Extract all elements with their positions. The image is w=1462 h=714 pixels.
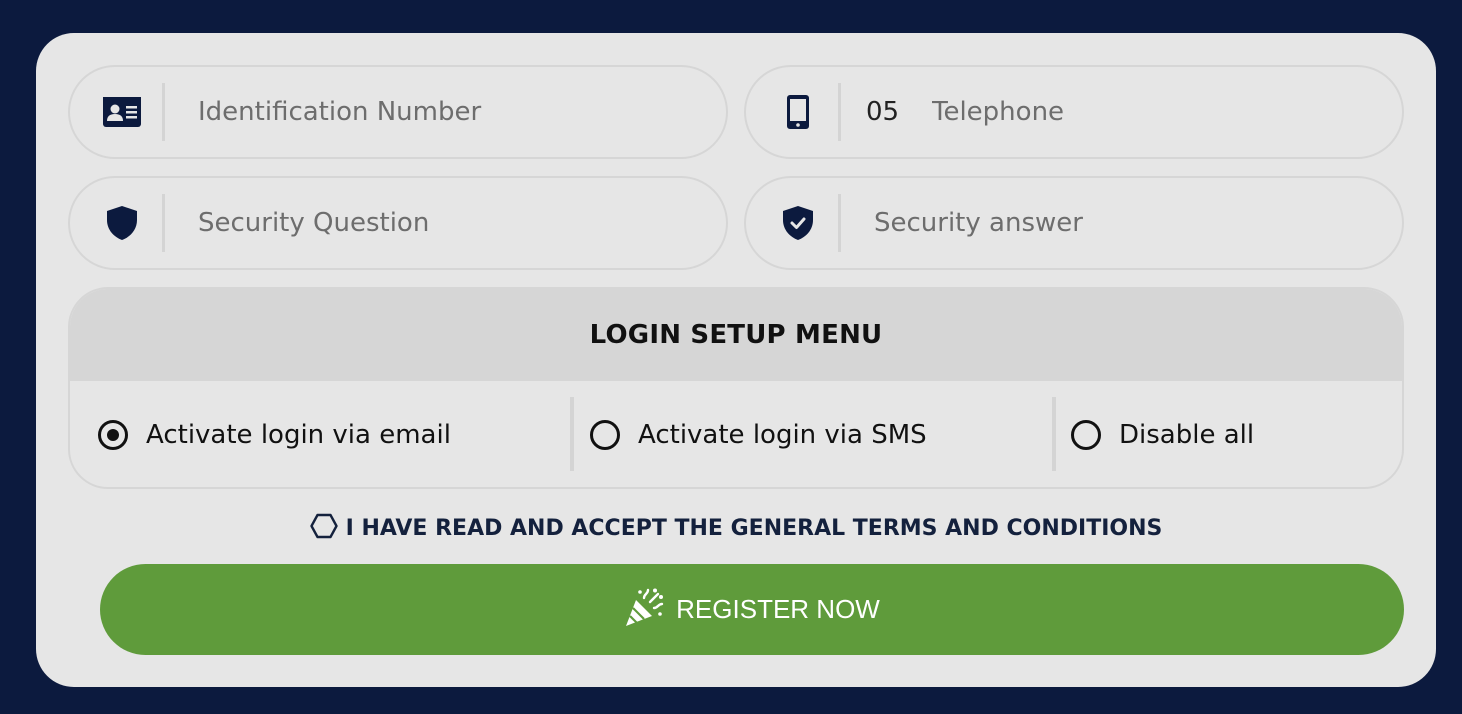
option-disable-all[interactable]: Disable all (1071, 381, 1255, 487)
shield-check-icon (778, 178, 818, 268)
telephone-field[interactable]: 05 (744, 65, 1404, 159)
party-popper-icon (624, 588, 664, 631)
radio-selected-icon[interactable] (98, 420, 128, 450)
id-card-icon (102, 67, 142, 157)
option-divider (1052, 397, 1056, 471)
login-setup-menu: LOGIN SETUP MENU Activate login via emai… (68, 287, 1404, 489)
login-setup-menu-title: LOGIN SETUP MENU (70, 289, 1402, 381)
field-divider (162, 83, 165, 141)
radio-unselected-icon[interactable] (1071, 420, 1101, 450)
option-label: Activate login via SMS (638, 420, 927, 450)
hexagon-checkbox-icon[interactable] (309, 513, 338, 543)
telephone-prefix: 05 (866, 97, 900, 127)
security-answer-field[interactable] (744, 176, 1404, 270)
terms-label: I HAVE READ AND ACCEPT THE GENERAL TERMS… (345, 515, 1163, 541)
option-login-via-email[interactable]: Activate login via email (98, 381, 451, 487)
option-label: Activate login via email (146, 420, 451, 450)
terms-checkbox[interactable]: I HAVE READ AND ACCEPT THE GENERAL TERMS… (36, 511, 1436, 545)
registration-card: 05 LOGIN SETUP MENU Activate login via e… (36, 33, 1436, 687)
shield-icon (102, 178, 142, 268)
field-divider (838, 83, 841, 141)
field-divider (838, 194, 841, 252)
option-login-via-sms[interactable]: Activate login via SMS (590, 381, 927, 487)
security-question-input[interactable] (198, 200, 698, 246)
register-now-button[interactable]: REGISTER NOW (100, 564, 1404, 655)
identification-number-input[interactable] (198, 89, 698, 135)
option-divider (570, 397, 574, 471)
register-now-label: REGISTER NOW (676, 594, 880, 624)
login-options: Activate login via email Activate login … (70, 381, 1402, 487)
option-label: Disable all (1119, 420, 1255, 450)
security-answer-input[interactable] (874, 200, 1374, 246)
field-divider (162, 194, 165, 252)
security-question-field[interactable] (68, 176, 728, 270)
telephone-input[interactable] (932, 89, 1372, 135)
identification-number-field[interactable] (68, 65, 728, 159)
mobile-phone-icon (778, 67, 818, 157)
radio-unselected-icon[interactable] (590, 420, 620, 450)
